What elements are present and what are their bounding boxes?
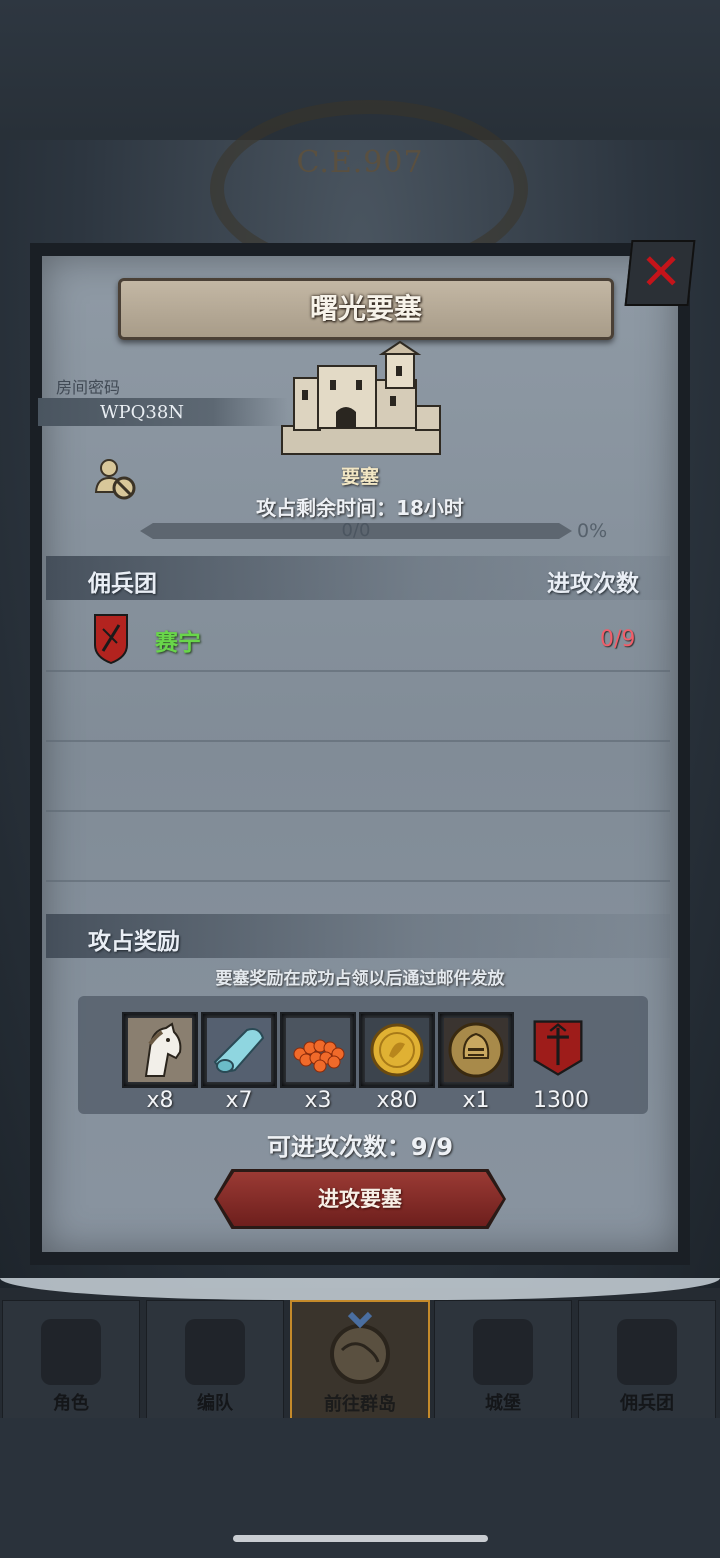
reward-count: x8 xyxy=(146,1088,174,1113)
tab-character[interactable]: 角色 xyxy=(2,1300,140,1420)
tab-formation[interactable]: 编队 xyxy=(146,1300,284,1420)
globe-icon xyxy=(330,1311,390,1384)
room-password-label: 房间密码 xyxy=(56,378,121,397)
helmet-icon xyxy=(444,1018,508,1082)
horse-icon xyxy=(128,1018,192,1082)
tab-label: 城堡 xyxy=(485,1393,521,1414)
fortress-castle-icon xyxy=(281,340,441,455)
tab-mercenary[interactable]: 佣兵团 xyxy=(578,1300,716,1420)
era-label: C.E.907 xyxy=(296,145,424,180)
tab-label: 编队 xyxy=(197,1393,233,1414)
cloth-roll-icon xyxy=(207,1018,271,1082)
rewards-header: 攻占奖励 xyxy=(88,929,180,955)
reward-count: 1300 xyxy=(533,1088,589,1113)
row-divider xyxy=(46,670,670,672)
reward-item[interactable] xyxy=(522,1012,594,1084)
banner-icon xyxy=(533,1020,583,1076)
mercenary-name[interactable]: 赛宁 xyxy=(155,623,201,657)
tab-label: 前往群岛 xyxy=(324,1394,396,1415)
rewards-note: 要塞奖励在成功占领以后通过邮件发放 xyxy=(215,969,505,989)
mercenary-shield-icon xyxy=(94,614,128,665)
tab-islands[interactable]: 前往群岛 xyxy=(290,1300,430,1422)
gold-coin-icon xyxy=(365,1018,429,1082)
close-button[interactable]: ✕ xyxy=(624,240,696,306)
tab-label: 角色 xyxy=(53,1393,89,1414)
attacks-available-label: 可进攻次数：9/9 xyxy=(266,1133,454,1161)
castle-icon xyxy=(473,1319,533,1385)
knight-icon xyxy=(41,1319,101,1385)
row-divider xyxy=(46,880,670,882)
reward-item[interactable] xyxy=(122,1012,198,1088)
room-password-value[interactable]: WPQ38N xyxy=(100,402,184,423)
reward-count: x7 xyxy=(225,1088,253,1113)
reward-count: x1 xyxy=(462,1088,490,1113)
row-divider xyxy=(46,740,670,742)
time-remaining-label: 攻占剩余时间：18小时 xyxy=(256,496,464,520)
attack-fortress-label: 进攻要塞 xyxy=(318,1187,402,1211)
reward-item[interactable] xyxy=(201,1012,277,1088)
attack-count-header: 进攻次数 xyxy=(547,571,639,597)
capture-progress-percent: 0% xyxy=(577,520,608,542)
reward-item[interactable] xyxy=(280,1012,356,1088)
ship-icon xyxy=(617,1319,677,1385)
home-indicator[interactable] xyxy=(233,1535,488,1542)
reward-count: x3 xyxy=(304,1088,332,1113)
close-icon: ✕ xyxy=(640,243,683,301)
building-type-label: 要塞 xyxy=(340,466,379,488)
reward-item[interactable] xyxy=(359,1012,435,1088)
reward-item[interactable] xyxy=(438,1012,514,1088)
mercenary-attack-count: 0/9 xyxy=(600,627,636,652)
berries-icon xyxy=(286,1018,350,1082)
row-divider xyxy=(46,810,670,812)
mercenary-header: 佣兵团 xyxy=(88,571,157,597)
armor-icon xyxy=(185,1319,245,1385)
capture-progress-text: 0/0 xyxy=(341,520,371,541)
tab-castle[interactable]: 城堡 xyxy=(434,1300,572,1420)
attack-fortress-button[interactable]: 进攻要塞 xyxy=(217,1172,503,1226)
tab-label: 佣兵团 xyxy=(620,1393,674,1414)
reward-count: x80 xyxy=(376,1088,418,1113)
dialog-title: 曙光要塞 xyxy=(309,292,422,325)
dialog-title-plate: 曙光要塞 xyxy=(118,278,614,340)
